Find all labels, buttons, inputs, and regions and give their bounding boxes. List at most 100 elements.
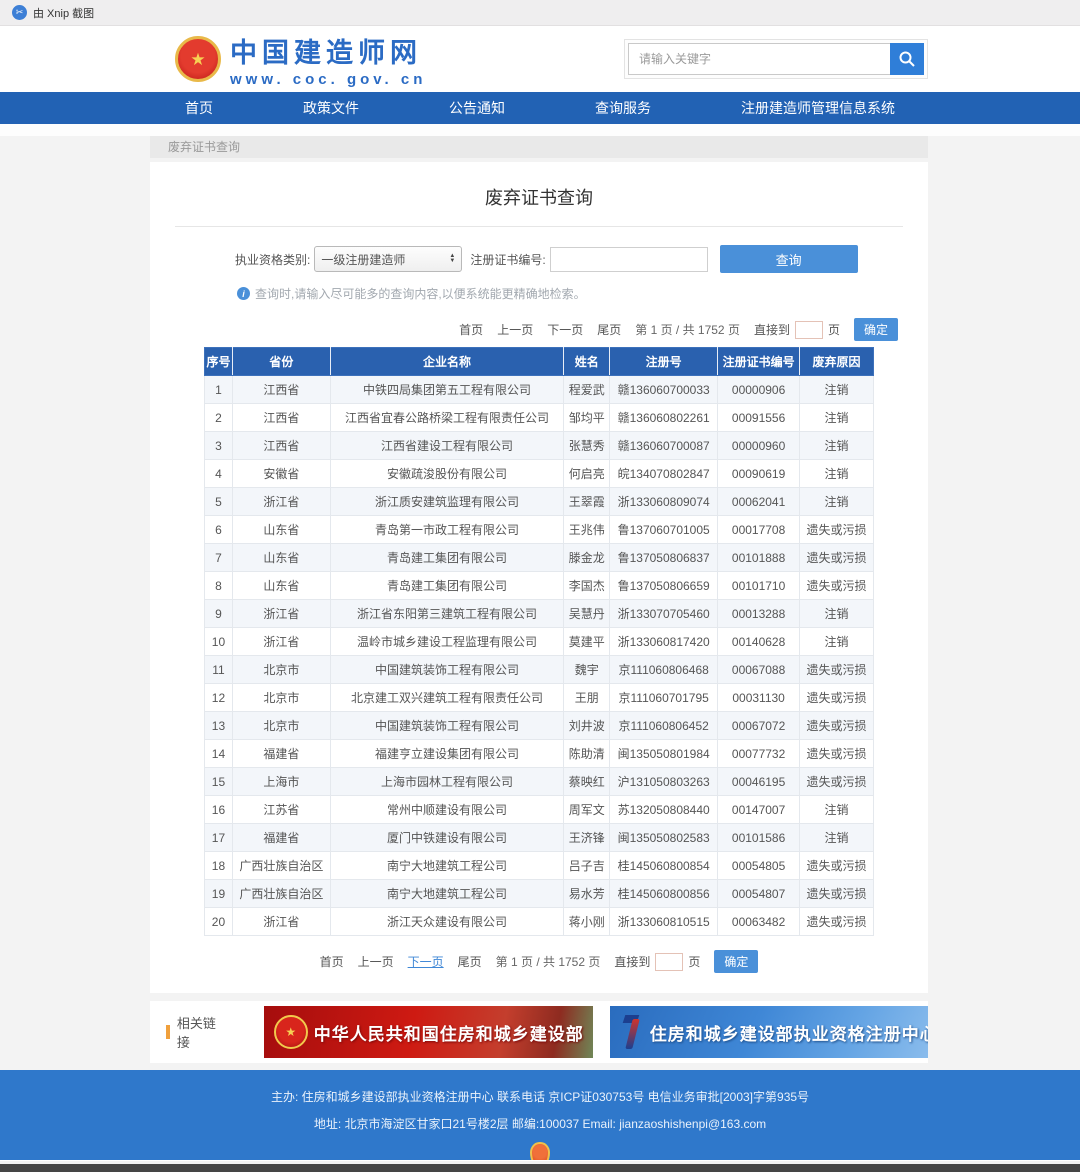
nav-item[interactable]: 政策文件	[303, 92, 359, 124]
cell-reason: 遗失或污损	[800, 684, 874, 712]
cell-certificate-no: 00000960	[718, 432, 800, 460]
cell-province: 广西壮族自治区	[232, 852, 330, 880]
cell-company: 安徽疏浚股份有限公司	[330, 460, 563, 488]
search-button[interactable]	[890, 43, 924, 75]
category-selected-value: 一级注册建造师	[321, 251, 405, 268]
cell-name: 刘井波	[564, 712, 610, 740]
pagination-next-link[interactable]: 下一页	[408, 953, 444, 970]
site-logo[interactable]: 中国建造师网 www. coc. gov. cn	[175, 31, 426, 88]
cell-registration-no: 鲁137050806837	[610, 544, 718, 572]
cell-registration-no: 桂145060800856	[610, 880, 718, 908]
xnip-watermark-label: 由 Xnip 截图	[33, 5, 94, 21]
cell-name: 陈助清	[564, 740, 610, 768]
cell-seq: 6	[205, 516, 233, 544]
national-emblem-icon	[175, 36, 221, 82]
nav-item[interactable]: 公告通知	[449, 92, 505, 124]
pagination-prev-link[interactable]: 上一页	[358, 953, 394, 970]
cell-name: 吕子吉	[564, 852, 610, 880]
table-header-cell: 注册证书编号	[718, 348, 800, 376]
cell-seq: 12	[205, 684, 233, 712]
pagination-prev-link[interactable]: 上一页	[497, 321, 533, 338]
pagination-page-info: 第 1 页 / 共 1752 页	[496, 953, 601, 970]
cell-seq: 19	[205, 880, 233, 908]
cell-reason: 遗失或污损	[800, 880, 874, 908]
cell-province: 浙江省	[232, 628, 330, 656]
cert-number-input[interactable]	[550, 247, 708, 272]
cell-seq: 11	[205, 656, 233, 684]
pagination-next-link[interactable]: 下一页	[547, 321, 583, 338]
nav-item[interactable]: 查询服务	[595, 92, 651, 124]
nav-item[interactable]: 注册建造师管理信息系统	[741, 92, 895, 124]
cell-name: 吴慧丹	[564, 600, 610, 628]
cell-certificate-no: 00091556	[718, 404, 800, 432]
goto-confirm-button[interactable]: 确定	[714, 950, 758, 973]
cell-certificate-no: 00031130	[718, 684, 800, 712]
category-label: 执业资格类别:	[235, 251, 310, 268]
cell-company: 南宁大地建筑工程公司	[330, 852, 563, 880]
cell-registration-no: 浙133070705460	[610, 600, 718, 628]
cell-registration-no: 浙133060810515	[610, 908, 718, 936]
cell-name: 王兆伟	[564, 516, 610, 544]
select-arrows-icon: ▲▼	[449, 254, 455, 264]
cell-name: 周军文	[564, 796, 610, 824]
goto-page-input[interactable]	[655, 953, 683, 971]
table-row: 2 江西省 江西省宜春公路桥梁工程有限责任公司 邹均平 赣13606080226…	[205, 404, 874, 432]
goto-page-input[interactable]	[795, 321, 823, 339]
table-row: 9 浙江省 浙江省东阳第三建筑工程有限公司 吴慧丹 浙133070705460 …	[205, 600, 874, 628]
cell-name: 王朋	[564, 684, 610, 712]
cell-company: 上海市园林工程有限公司	[330, 768, 563, 796]
table-row: 3 江西省 江西省建设工程有限公司 张慧秀 赣136060700087 0000…	[205, 432, 874, 460]
info-icon: i	[237, 287, 250, 300]
mohurd-banner[interactable]: 中华人民共和国住房和城乡建设部	[264, 1006, 593, 1058]
query-button[interactable]: 查询	[720, 245, 858, 273]
bottom-bar	[0, 1164, 1080, 1172]
cell-reason: 遗失或污损	[800, 544, 874, 572]
cell-company: 青岛建工集团有限公司	[330, 572, 563, 600]
content-card: 废弃证书查询 执业资格类别: 一级注册建造师 ▲▼ 注册证书编号: 查询 i 查…	[150, 162, 928, 993]
cell-registration-no: 浙133060817420	[610, 628, 718, 656]
goto-confirm-button[interactable]: 确定	[854, 318, 898, 341]
pagination-last-link[interactable]: 尾页	[458, 953, 482, 970]
cell-name: 邹均平	[564, 404, 610, 432]
nav-item[interactable]: 首页	[185, 92, 213, 124]
cell-province: 浙江省	[232, 600, 330, 628]
cell-province: 上海市	[232, 768, 330, 796]
table-row: 10 浙江省 温岭市城乡建设工程监理有限公司 莫建平 浙133060817420…	[205, 628, 874, 656]
category-select[interactable]: 一级注册建造师 ▲▼	[314, 246, 462, 272]
table-row: 19 广西壮族自治区 南宁大地建筑工程公司 易水芳 桂145060800856 …	[205, 880, 874, 908]
cell-seq: 1	[205, 376, 233, 404]
cell-company: 青岛建工集团有限公司	[330, 544, 563, 572]
search-input[interactable]	[628, 43, 890, 75]
cell-reason: 遗失或污损	[800, 852, 874, 880]
table-row: 12 北京市 北京建工双兴建筑工程有限责任公司 王朋 京111060701795…	[205, 684, 874, 712]
pagination-first-link[interactable]: 首页	[459, 321, 483, 338]
pagination-first-link[interactable]: 首页	[320, 953, 344, 970]
cell-company: 中铁四局集团第五工程有限公司	[330, 376, 563, 404]
table-header-cell: 注册号	[610, 348, 718, 376]
table-body: 1 江西省 中铁四局集团第五工程有限公司 程爱武 赣136060700033 0…	[205, 376, 874, 936]
site-url: www. coc. gov. cn	[230, 71, 426, 88]
title-wrap: 废弃证书查询	[175, 162, 903, 227]
registration-center-banner[interactable]: 住房和城乡建设部执业资格注册中心	[610, 1006, 928, 1058]
cell-registration-no: 赣136060802261	[610, 404, 718, 432]
cell-company: 厦门中铁建设有限公司	[330, 824, 563, 852]
pagination-last-link[interactable]: 尾页	[597, 321, 621, 338]
cell-company: 南宁大地建筑工程公司	[330, 880, 563, 908]
table-row: 15 上海市 上海市园林工程有限公司 蔡映红 沪131050803263 000…	[205, 768, 874, 796]
goto-suffix: 页	[828, 321, 840, 338]
query-tip-text: 查询时,请输入尽可能多的查询内容,以便系统能更精确地检索。	[255, 285, 586, 302]
cell-company: 中国建筑装饰工程有限公司	[330, 656, 563, 684]
site-header: 中国建造师网 www. coc. gov. cn	[0, 26, 1080, 92]
cell-reason: 注销	[800, 460, 874, 488]
table-row: 18 广西壮族自治区 南宁大地建筑工程公司 吕子吉 桂145060800854 …	[205, 852, 874, 880]
table-row: 7 山东省 青岛建工集团有限公司 滕金龙 鲁137050806837 00101…	[205, 544, 874, 572]
pagination-bottom: 首页 上一页 下一页 尾页 第 1 页 / 共 1752 页 直接到 页 确定	[150, 950, 928, 973]
cell-company: 中国建筑装饰工程有限公司	[330, 712, 563, 740]
cell-registration-no: 鲁137050806659	[610, 572, 718, 600]
cell-name: 易水芳	[564, 880, 610, 908]
table-row: 1 江西省 中铁四局集团第五工程有限公司 程爱武 赣136060700033 0…	[205, 376, 874, 404]
cell-province: 浙江省	[232, 908, 330, 936]
site-name: 中国建造师网	[230, 31, 426, 70]
cell-name: 张慧秀	[564, 432, 610, 460]
cell-certificate-no: 00101888	[718, 544, 800, 572]
